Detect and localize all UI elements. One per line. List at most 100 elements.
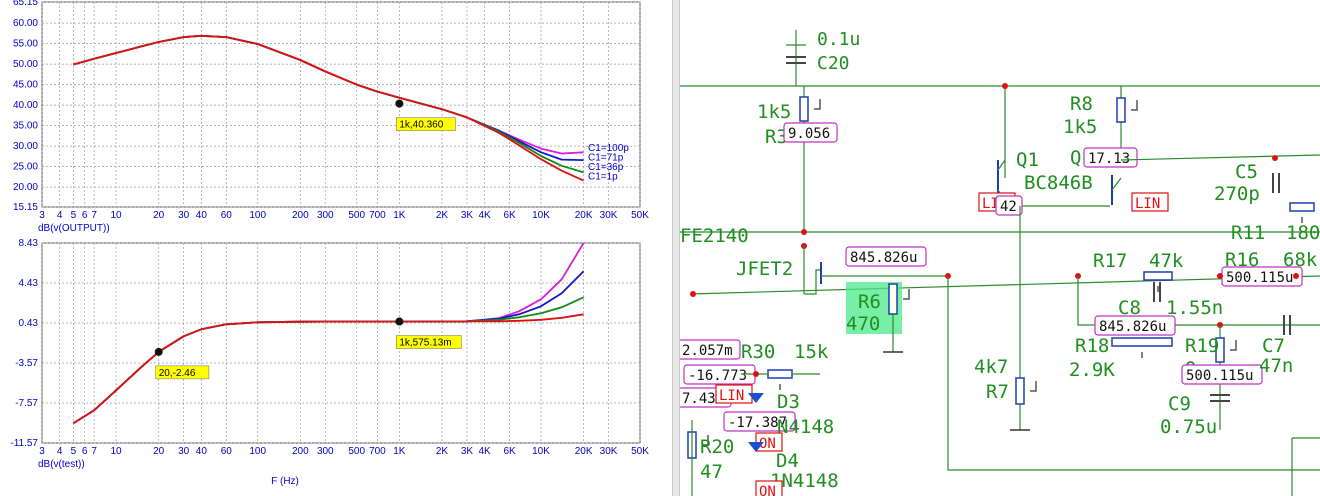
- c8-value: 1.55n: [1166, 297, 1223, 319]
- x-tick-label: 30: [178, 210, 190, 221]
- r3-voltage-readout: 9.056: [788, 126, 830, 142]
- y-axis-title: dB(v(test)): [38, 459, 85, 470]
- r20-value: 47: [700, 461, 723, 483]
- x-tick-label: 7: [91, 446, 97, 457]
- resistor-r7[interactable]: [1015, 377, 1025, 405]
- resistor-r17[interactable]: [1143, 271, 1173, 281]
- junction-node: [1217, 273, 1223, 279]
- x-tick-label: 10: [111, 446, 123, 457]
- cursor-marker[interactable]: [154, 347, 163, 356]
- schematic-canvas[interactable]: 0.1uC201k5R3 9.056FE2140JFET2 845.826uQ1BC…: [680, 0, 1320, 496]
- x-tick-label: 4: [57, 446, 63, 457]
- cursor-marker[interactable]: [395, 99, 404, 108]
- resistor-r8-handle: [1131, 100, 1138, 111]
- x-tick-label: 60: [221, 446, 233, 457]
- r11-ref: R11: [1231, 222, 1265, 244]
- resistor-r6-handle: [903, 289, 910, 300]
- jfet-voltage-readout: 845.826u: [850, 250, 917, 266]
- c7-value: 47n: [1259, 355, 1293, 377]
- x-tick-label: 700: [369, 446, 386, 457]
- resistor-r3[interactable]: [799, 96, 809, 122]
- x-tick-label: 6K: [503, 210, 516, 221]
- y-tick-label: 25.00: [13, 162, 38, 173]
- q2-lin-tag: LIN: [1135, 196, 1160, 212]
- x-tick-label: 1K: [393, 446, 406, 457]
- x-tick-label: 3: [39, 446, 45, 457]
- y-tick-label: 40.00: [13, 100, 38, 111]
- x-tick-label: 7: [91, 210, 97, 221]
- x-tick-label: 20K: [575, 210, 593, 221]
- ac-analysis-plots[interactable]: 3 4 5 6 7 10 20 30 40 60 100 200 300 500 700 1K 2K 3K 4K 6K…: [0, 0, 672, 496]
- y-tick-label: 15.15: [13, 202, 38, 213]
- x-tick-label: 4K: [479, 210, 492, 221]
- cursor-label: 1k,40.360: [399, 120, 443, 131]
- r11-value: 180: [1286, 222, 1320, 244]
- resistor-r11[interactable]: [1289, 202, 1315, 212]
- y-axis-title: dB(v(OUTPUT)): [38, 223, 110, 234]
- x-tick-label: 6K: [503, 446, 516, 457]
- r20-ref: R20: [700, 436, 734, 458]
- schematic-editor-pane[interactable]: 0.1u C20 1k5 R3 9.056 FE2140 JFET2 845.826u Q1 BC…: [680, 0, 1320, 496]
- y-tick-label: 8.43: [19, 238, 39, 249]
- plot-panel-2[interactable]: 3 4 5 6 7 10 20 30 40 60 100 200 300 500 700 1K 2K 3K 4K 6K…: [10, 238, 649, 487]
- plot-frame: [41, 1, 641, 208]
- x-tick-label: 2K: [436, 446, 449, 457]
- x-tick-label: 50K: [631, 210, 649, 221]
- pane-splitter[interactable]: [672, 0, 680, 496]
- y-tick-label: 55.00: [13, 39, 38, 50]
- resistor-r6[interactable]: [888, 283, 898, 315]
- x-tick-label: 40: [196, 210, 208, 221]
- x-tick-label: 10K: [532, 446, 550, 457]
- wire[interactable]: [1111, 177, 1122, 191]
- junction-node: [753, 371, 759, 377]
- x-tick-label: 2K: [436, 210, 449, 221]
- cursor-marker[interactable]: [395, 317, 404, 326]
- x-tick-label: 100: [249, 446, 266, 457]
- d4-on-tag: ON: [759, 484, 776, 496]
- x-tick-label: 10: [111, 210, 123, 221]
- x-tick-label: 4: [57, 210, 63, 221]
- junction-node: [1002, 83, 1008, 89]
- y-tick-label: -7.57: [15, 398, 38, 409]
- y-tick-label: 4.43: [19, 278, 39, 289]
- y-tick-label: 50.00: [13, 59, 38, 70]
- waveform-plot-pane[interactable]: 3 4 5 6 7 10 20 30 40 60 100 200 300 500 700 1K 2K 3K 4K 6K…: [0, 0, 672, 496]
- resistor-r8[interactable]: [1116, 97, 1126, 123]
- r7-ref: R7: [986, 381, 1009, 403]
- r17-value: 47k: [1149, 250, 1184, 272]
- x-tick-label: 200: [292, 210, 309, 221]
- plot-panel-1[interactable]: 3 4 5 6 7 10 20 30 40 60 100 200 300 500 700 1K 2K 3K 4K 6K…: [13, 0, 649, 234]
- jfet-model: FE2140: [680, 225, 749, 247]
- y-tick-label: -11.57: [10, 438, 38, 449]
- junction-node: [801, 229, 807, 235]
- r6-value: 470: [846, 313, 880, 335]
- x-tick-label: 500: [348, 210, 365, 221]
- left-voltage-readout-1: 2.057m: [682, 343, 733, 359]
- x-tick-label: 10K: [532, 210, 550, 221]
- x-tick-label: 6: [82, 446, 88, 457]
- c7-ref: C7: [1262, 335, 1285, 357]
- x-tick-label: 4K: [479, 446, 492, 457]
- y-tick-label: 30.00: [13, 141, 38, 152]
- c20-value: 0.1u: [817, 29, 860, 50]
- c5-ref: C5: [1235, 161, 1258, 183]
- q2-ref: Q: [1070, 147, 1081, 169]
- wire[interactable]: [1120, 154, 1320, 161]
- r6-ref: R6: [858, 291, 881, 313]
- x-tick-label: 40: [196, 446, 208, 457]
- wire[interactable]: [997, 159, 1006, 171]
- y-tick-label: 60.00: [13, 18, 38, 29]
- y-tick-label: -3.57: [15, 358, 38, 369]
- cursor-label: 20,-2.46: [159, 368, 196, 379]
- resistor-r18[interactable]: [1111, 337, 1173, 347]
- y-tick-label: 20.00: [13, 182, 38, 193]
- c5-value: 270p: [1214, 183, 1260, 205]
- c9-ref: C9: [1168, 393, 1191, 415]
- x-tick-label: 30K: [600, 446, 618, 457]
- c20-ref: C20: [817, 53, 850, 74]
- d3-ref: D3: [777, 391, 800, 413]
- x-tick-label: 5: [71, 210, 77, 221]
- x-tick-label: 300: [317, 210, 334, 221]
- x-tick-label: 5: [71, 446, 77, 457]
- resistor-r30[interactable]: [767, 369, 793, 379]
